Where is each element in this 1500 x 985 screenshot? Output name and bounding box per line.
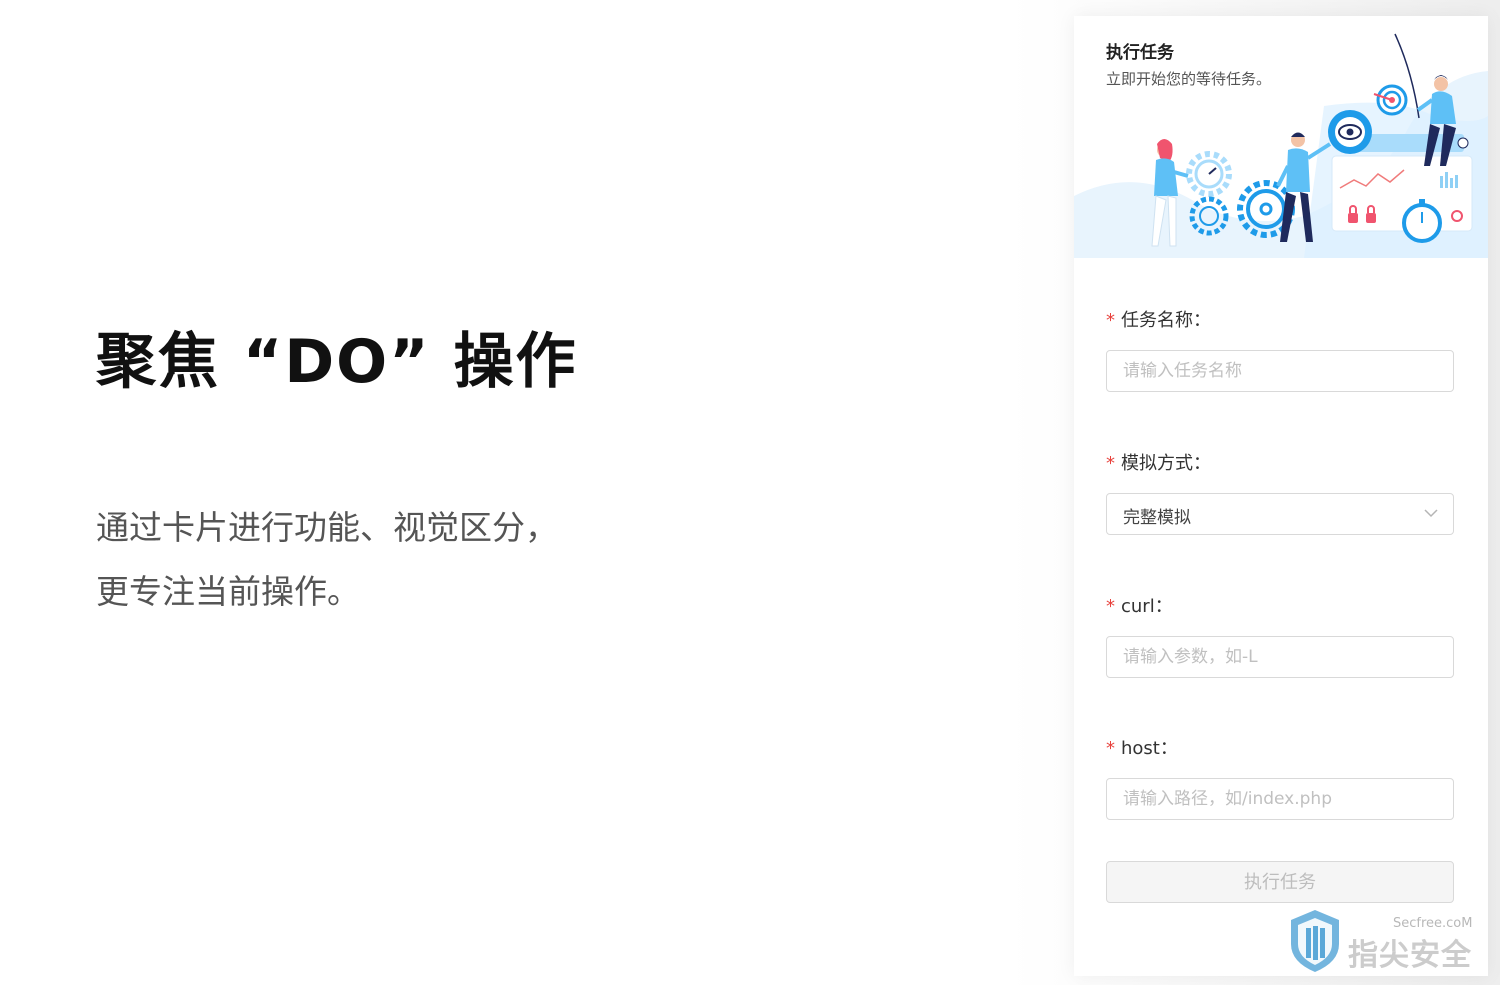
card-banner: 执行任务 立即开始您的等待任务。 — [1074, 16, 1488, 258]
host-label: * host： — [1106, 734, 1178, 760]
execute-task-button[interactable]: 执行任务 — [1106, 861, 1454, 903]
task-name-label-text: 任务名称： — [1121, 310, 1211, 331]
page: 聚焦 “DO” 操作 通过卡片进行功能、视觉区分， 更专注当前操作。 执行任务 … — [0, 0, 1500, 985]
required-asterisk: * — [1106, 596, 1115, 617]
host-label-text: host： — [1121, 738, 1178, 759]
simulation-mode-label-text: 模拟方式： — [1121, 453, 1211, 474]
simulation-mode-value: 完整模拟 — [1123, 508, 1191, 528]
required-asterisk: * — [1106, 738, 1115, 759]
description-line-1: 通过卡片进行功能、视觉区分， — [96, 508, 558, 547]
curl-label: * curl： — [1106, 592, 1173, 618]
required-asterisk: * — [1106, 453, 1115, 474]
task-name-label: * 任务名称： — [1106, 306, 1211, 332]
watermark-site: Secfree.coM — [1393, 916, 1473, 931]
simulation-mode-label: * 模拟方式： — [1106, 449, 1211, 475]
required-asterisk: * — [1106, 310, 1115, 331]
simulation-mode-select[interactable]: 完整模拟 — [1106, 493, 1454, 535]
headline: 聚焦 “DO” 操作 — [96, 327, 578, 397]
task-name-input[interactable] — [1106, 350, 1454, 392]
host-input[interactable] — [1106, 778, 1454, 820]
chevron-down-icon — [1424, 509, 1438, 518]
watermark-brand: 指尖安全 — [1348, 938, 1472, 973]
curl-label-text: curl： — [1121, 596, 1173, 617]
banner-title: 执行任务 — [1106, 43, 1174, 63]
banner-subtitle: 立即开始您的等待任务。 — [1106, 70, 1272, 88]
task-form-card: 执行任务 立即开始您的等待任务。 * 任务名称： * 模拟方式： 完整模拟 * cur… — [1074, 16, 1488, 976]
description-line-2: 更专注当前操作。 — [96, 572, 360, 611]
shield-logo-icon — [1291, 910, 1339, 972]
description: 通过卡片进行功能、视觉区分， 更专注当前操作。 — [96, 496, 558, 624]
curl-input[interactable] — [1106, 636, 1454, 678]
